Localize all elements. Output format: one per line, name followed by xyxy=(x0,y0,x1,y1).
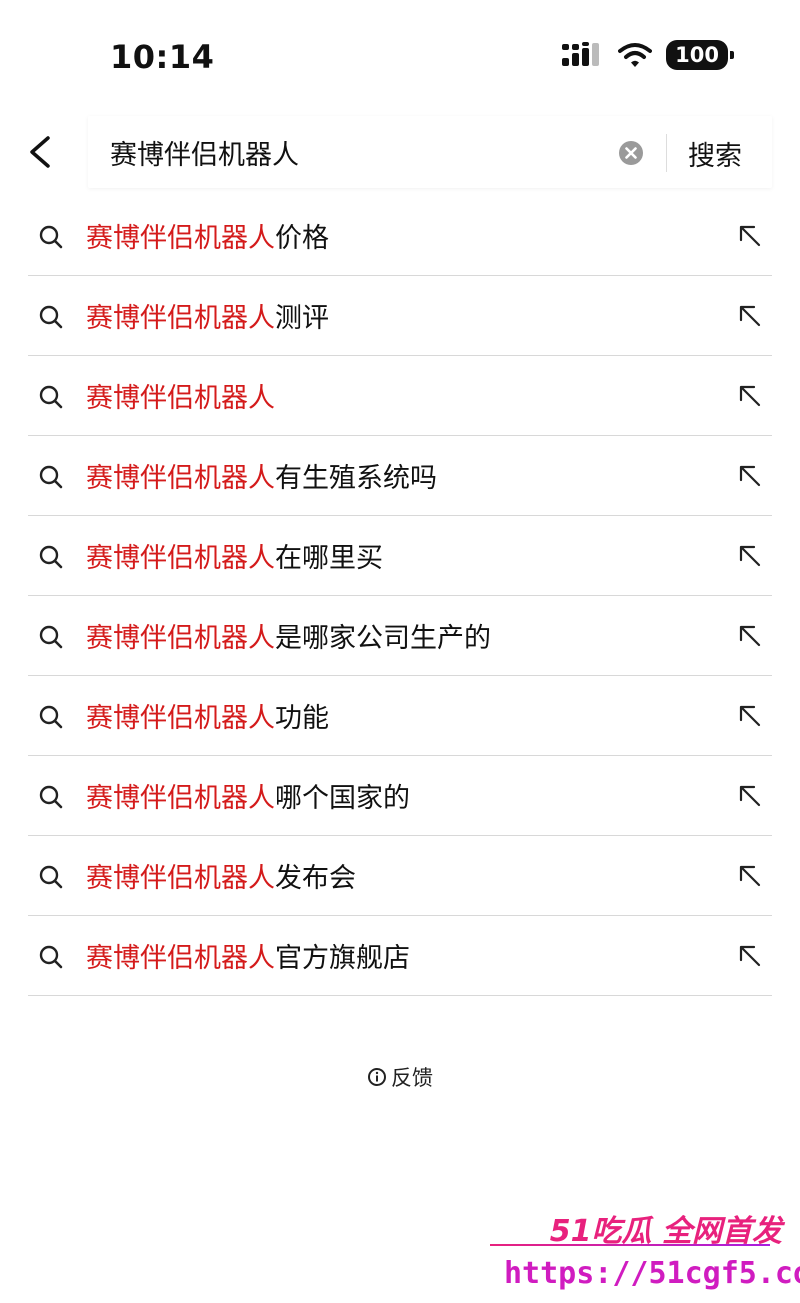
suggestion-item[interactable]: 赛博伴侣机器人价格 xyxy=(28,196,772,276)
watermark: 51吃瓜 全网首发 https://51cgf5.com xyxy=(490,1198,800,1298)
suggestion-highlight: 赛博伴侣机器人 xyxy=(86,783,275,814)
suggestion-text: 赛博伴侣机器人价格 xyxy=(86,216,329,255)
suggestion-item[interactable]: 赛博伴侣机器人 xyxy=(28,356,772,436)
arrow-up-left-icon[interactable] xyxy=(736,942,764,970)
suggestion-text: 赛博伴侣机器人测评 xyxy=(86,296,329,335)
search-icon xyxy=(39,465,63,489)
feedback-area: 反馈 xyxy=(0,1062,800,1092)
suggestion-rest: 哪个国家的 xyxy=(275,783,410,814)
status-time: 10:14 xyxy=(110,38,215,76)
suggestion-highlight: 赛博伴侣机器人 xyxy=(86,223,275,254)
suggestion-list: 赛博伴侣机器人价格 赛博伴侣机器人测评 赛博伴侣机器人 赛博伴侣机器人有生殖系统… xyxy=(28,196,772,996)
clear-circle-icon[interactable] xyxy=(618,140,644,166)
wifi-icon xyxy=(618,43,653,67)
battery-indicator: 100 xyxy=(666,40,734,70)
suggestion-highlight: 赛博伴侣机器人 xyxy=(86,543,275,574)
search-icon xyxy=(39,945,63,969)
arrow-up-left-icon[interactable] xyxy=(736,782,764,810)
status-icons: 100 xyxy=(562,40,734,70)
arrow-up-left-icon[interactable] xyxy=(736,542,764,570)
suggestion-highlight: 赛博伴侣机器人 xyxy=(86,623,275,654)
cellular-signal-icon xyxy=(562,42,600,66)
suggestion-text: 赛博伴侣机器人官方旗舰店 xyxy=(86,936,410,975)
search-icon xyxy=(39,785,63,809)
suggestion-text: 赛博伴侣机器人功能 xyxy=(86,696,329,735)
watermark-url: https://51cgf5.com xyxy=(504,1256,800,1291)
suggestion-item[interactable]: 赛博伴侣机器人在哪里买 xyxy=(28,516,772,596)
suggestion-text: 赛博伴侣机器人哪个国家的 xyxy=(86,776,410,815)
suggestion-text: 赛博伴侣机器人是哪家公司生产的 xyxy=(86,616,491,655)
search-header: 搜索 xyxy=(0,110,800,192)
feedback-label: 反馈 xyxy=(391,1066,433,1090)
search-button[interactable]: 搜索 xyxy=(688,134,742,173)
suggestion-rest: 发布会 xyxy=(275,863,356,894)
arrow-up-left-icon[interactable] xyxy=(736,462,764,490)
search-icon xyxy=(39,385,63,409)
feedback-button[interactable]: 反馈 xyxy=(367,1062,433,1092)
chevron-left-icon[interactable] xyxy=(22,132,62,172)
suggestion-item[interactable]: 赛博伴侣机器人是哪家公司生产的 xyxy=(28,596,772,676)
search-icon xyxy=(39,545,63,569)
search-icon xyxy=(39,625,63,649)
suggestion-text: 赛博伴侣机器人在哪里买 xyxy=(86,536,383,575)
suggestion-text: 赛博伴侣机器人有生殖系统吗 xyxy=(86,456,437,495)
arrow-up-left-icon[interactable] xyxy=(736,382,764,410)
search-icon xyxy=(39,225,63,249)
suggestion-rest: 功能 xyxy=(275,703,329,734)
suggestion-rest: 是哪家公司生产的 xyxy=(275,623,491,654)
suggestion-item[interactable]: 赛博伴侣机器人有生殖系统吗 xyxy=(28,436,772,516)
search-icon xyxy=(39,305,63,329)
suggestion-rest: 有生殖系统吗 xyxy=(275,463,437,494)
search-icon xyxy=(39,705,63,729)
suggestion-highlight: 赛博伴侣机器人 xyxy=(86,383,275,414)
search-icon xyxy=(39,865,63,889)
status-bar: 10:14 100 xyxy=(0,0,800,110)
search-input[interactable] xyxy=(110,130,610,174)
suggestion-item[interactable]: 赛博伴侣机器人测评 xyxy=(28,276,772,356)
arrow-up-left-icon[interactable] xyxy=(736,862,764,890)
suggestion-rest: 价格 xyxy=(275,223,329,254)
suggestion-item[interactable]: 赛博伴侣机器人功能 xyxy=(28,676,772,756)
suggestion-highlight: 赛博伴侣机器人 xyxy=(86,943,275,974)
suggestion-highlight: 赛博伴侣机器人 xyxy=(86,463,275,494)
watermark-line xyxy=(490,1244,770,1246)
suggestion-rest: 在哪里买 xyxy=(275,543,383,574)
arrow-up-left-icon[interactable] xyxy=(736,222,764,250)
suggestion-highlight: 赛博伴侣机器人 xyxy=(86,863,275,894)
suggestion-text: 赛博伴侣机器人 xyxy=(86,376,275,415)
suggestion-highlight: 赛博伴侣机器人 xyxy=(86,303,275,334)
info-icon xyxy=(368,1068,386,1086)
suggestion-item[interactable]: 赛博伴侣机器人发布会 xyxy=(28,836,772,916)
suggestion-highlight: 赛博伴侣机器人 xyxy=(86,703,275,734)
suggestion-item[interactable]: 赛博伴侣机器人哪个国家的 xyxy=(28,756,772,836)
suggestion-item[interactable]: 赛博伴侣机器人官方旗舰店 xyxy=(28,916,772,996)
suggestion-rest: 官方旗舰店 xyxy=(275,943,410,974)
arrow-up-left-icon[interactable] xyxy=(736,302,764,330)
search-divider xyxy=(666,134,667,172)
suggestion-rest: 测评 xyxy=(275,303,329,334)
arrow-up-left-icon[interactable] xyxy=(736,702,764,730)
suggestion-text: 赛博伴侣机器人发布会 xyxy=(86,856,356,895)
search-box: 搜索 xyxy=(88,116,772,188)
arrow-up-left-icon[interactable] xyxy=(736,622,764,650)
